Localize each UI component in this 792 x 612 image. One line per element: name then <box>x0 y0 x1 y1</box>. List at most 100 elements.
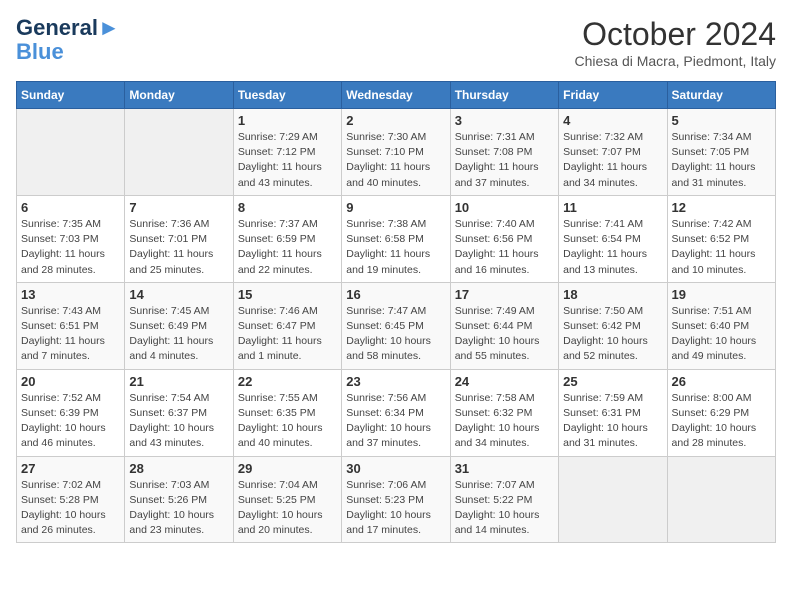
day-cell: 24 Sunrise: 7:58 AM Sunset: 6:32 PM Dayli… <box>450 369 558 456</box>
day-cell <box>559 456 667 543</box>
day-cell: 17 Sunrise: 7:49 AM Sunset: 6:44 PM Dayli… <box>450 282 558 369</box>
day-cell: 9 Sunrise: 7:38 AM Sunset: 6:58 PM Daylig… <box>342 195 450 282</box>
day-cell: 28 Sunrise: 7:03 AM Sunset: 5:26 PM Dayli… <box>125 456 233 543</box>
day-number: 20 <box>21 374 120 389</box>
day-info: Sunrise: 7:06 AM Sunset: 5:23 PM Dayligh… <box>346 478 445 539</box>
day-info: Sunrise: 7:32 AM Sunset: 7:07 PM Dayligh… <box>563 130 662 191</box>
day-number: 5 <box>672 113 771 128</box>
day-info: Sunrise: 7:36 AM Sunset: 7:01 PM Dayligh… <box>129 217 228 278</box>
location-subtitle: Chiesa di Macra, Piedmont, Italy <box>574 53 776 69</box>
day-number: 1 <box>238 113 337 128</box>
day-number: 18 <box>563 287 662 302</box>
day-number: 10 <box>455 200 554 215</box>
day-number: 16 <box>346 287 445 302</box>
day-info: Sunrise: 7:41 AM Sunset: 6:54 PM Dayligh… <box>563 217 662 278</box>
day-number: 13 <box>21 287 120 302</box>
day-cell: 21Sunrise: 7:54 AM Sunset: 6:37 PM Dayli… <box>125 369 233 456</box>
day-cell: 30 Sunrise: 7:06 AM Sunset: 5:23 PM Dayli… <box>342 456 450 543</box>
day-number: 17 <box>455 287 554 302</box>
day-info: Sunrise: 7:29 AM Sunset: 7:12 PM Dayligh… <box>238 130 337 191</box>
day-number: 30 <box>346 461 445 476</box>
day-cell: 27 Sunrise: 7:02 AM Sunset: 5:28 PM Dayli… <box>17 456 125 543</box>
column-header-sunday: Sunday <box>17 82 125 109</box>
day-info: Sunrise: 7:47 AM Sunset: 6:45 PM Dayligh… <box>346 304 445 365</box>
day-cell: 4 Sunrise: 7:32 AM Sunset: 7:07 PM Daylig… <box>559 109 667 196</box>
day-info: Sunrise: 7:58 AM Sunset: 6:32 PM Dayligh… <box>455 391 554 452</box>
day-number: 27 <box>21 461 120 476</box>
week-row-2: 6Sunrise: 7:35 AM Sunset: 7:03 PM Daylig… <box>17 195 776 282</box>
month-title: October 2024 <box>574 16 776 53</box>
column-header-monday: Monday <box>125 82 233 109</box>
day-cell: 29 Sunrise: 7:04 AM Sunset: 5:25 PM Dayli… <box>233 456 341 543</box>
week-row-1: 1 Sunrise: 7:29 AM Sunset: 7:12 PM Daylig… <box>17 109 776 196</box>
day-info: Sunrise: 7:03 AM Sunset: 5:26 PM Dayligh… <box>129 478 228 539</box>
day-cell: 8Sunrise: 7:37 AM Sunset: 6:59 PM Daylig… <box>233 195 341 282</box>
day-number: 3 <box>455 113 554 128</box>
day-info: Sunrise: 7:49 AM Sunset: 6:44 PM Dayligh… <box>455 304 554 365</box>
day-cell: 11Sunrise: 7:41 AM Sunset: 6:54 PM Dayli… <box>559 195 667 282</box>
week-row-3: 13 Sunrise: 7:43 AM Sunset: 6:51 PM Dayli… <box>17 282 776 369</box>
day-cell: 15 Sunrise: 7:46 AM Sunset: 6:47 PM Dayli… <box>233 282 341 369</box>
day-cell: 7 Sunrise: 7:36 AM Sunset: 7:01 PM Daylig… <box>125 195 233 282</box>
logo: General► Blue <box>16 16 120 64</box>
day-info: Sunrise: 7:56 AM Sunset: 6:34 PM Dayligh… <box>346 391 445 452</box>
day-number: 22 <box>238 374 337 389</box>
day-number: 25 <box>563 374 662 389</box>
day-cell: 19 Sunrise: 7:51 AM Sunset: 6:40 PM Dayli… <box>667 282 775 369</box>
day-cell <box>667 456 775 543</box>
logo-text: General► <box>16 16 120 40</box>
day-info: Sunrise: 7:42 AM Sunset: 6:52 PM Dayligh… <box>672 217 771 278</box>
day-number: 15 <box>238 287 337 302</box>
day-cell: 10Sunrise: 7:40 AM Sunset: 6:56 PM Dayli… <box>450 195 558 282</box>
day-cell: 31Sunrise: 7:07 AM Sunset: 5:22 PM Dayli… <box>450 456 558 543</box>
day-number: 2 <box>346 113 445 128</box>
day-number: 29 <box>238 461 337 476</box>
column-header-wednesday: Wednesday <box>342 82 450 109</box>
day-cell <box>17 109 125 196</box>
column-header-thursday: Thursday <box>450 82 558 109</box>
day-cell: 5 Sunrise: 7:34 AM Sunset: 7:05 PM Daylig… <box>667 109 775 196</box>
day-cell: 14Sunrise: 7:45 AM Sunset: 6:49 PM Dayli… <box>125 282 233 369</box>
title-block: October 2024 Chiesa di Macra, Piedmont, … <box>574 16 776 69</box>
day-number: 12 <box>672 200 771 215</box>
day-number: 6 <box>21 200 120 215</box>
day-cell: 26Sunrise: 8:00 AM Sunset: 6:29 PM Dayli… <box>667 369 775 456</box>
day-cell: 6Sunrise: 7:35 AM Sunset: 7:03 PM Daylig… <box>17 195 125 282</box>
day-cell: 12 Sunrise: 7:42 AM Sunset: 6:52 PM Dayli… <box>667 195 775 282</box>
day-cell: 22 Sunrise: 7:55 AM Sunset: 6:35 PM Dayli… <box>233 369 341 456</box>
day-info: Sunrise: 7:38 AM Sunset: 6:58 PM Dayligh… <box>346 217 445 278</box>
day-info: Sunrise: 7:51 AM Sunset: 6:40 PM Dayligh… <box>672 304 771 365</box>
week-row-5: 27 Sunrise: 7:02 AM Sunset: 5:28 PM Dayli… <box>17 456 776 543</box>
day-info: Sunrise: 7:37 AM Sunset: 6:59 PM Dayligh… <box>238 217 337 278</box>
day-info: Sunrise: 7:54 AM Sunset: 6:37 PM Dayligh… <box>129 391 228 452</box>
page-header: General► Blue October 2024 Chiesa di Mac… <box>16 16 776 69</box>
logo-subtext: Blue <box>16 40 120 64</box>
day-number: 28 <box>129 461 228 476</box>
calendar-body: 1 Sunrise: 7:29 AM Sunset: 7:12 PM Daylig… <box>17 109 776 543</box>
day-cell: 1 Sunrise: 7:29 AM Sunset: 7:12 PM Daylig… <box>233 109 341 196</box>
day-number: 24 <box>455 374 554 389</box>
column-header-saturday: Saturday <box>667 82 775 109</box>
day-number: 19 <box>672 287 771 302</box>
day-cell: 13 Sunrise: 7:43 AM Sunset: 6:51 PM Dayli… <box>17 282 125 369</box>
calendar-header-row: SundayMondayTuesdayWednesdayThursdayFrid… <box>17 82 776 109</box>
day-info: Sunrise: 7:30 AM Sunset: 7:10 PM Dayligh… <box>346 130 445 191</box>
day-cell: 18Sunrise: 7:50 AM Sunset: 6:42 PM Dayli… <box>559 282 667 369</box>
day-info: Sunrise: 7:04 AM Sunset: 5:25 PM Dayligh… <box>238 478 337 539</box>
day-info: Sunrise: 8:00 AM Sunset: 6:29 PM Dayligh… <box>672 391 771 452</box>
week-row-4: 20 Sunrise: 7:52 AM Sunset: 6:39 PM Dayli… <box>17 369 776 456</box>
day-number: 4 <box>563 113 662 128</box>
day-info: Sunrise: 7:02 AM Sunset: 5:28 PM Dayligh… <box>21 478 120 539</box>
day-cell: 16 Sunrise: 7:47 AM Sunset: 6:45 PM Dayli… <box>342 282 450 369</box>
day-info: Sunrise: 7:34 AM Sunset: 7:05 PM Dayligh… <box>672 130 771 191</box>
day-cell: 23Sunrise: 7:56 AM Sunset: 6:34 PM Dayli… <box>342 369 450 456</box>
day-info: Sunrise: 7:55 AM Sunset: 6:35 PM Dayligh… <box>238 391 337 452</box>
day-cell: 20 Sunrise: 7:52 AM Sunset: 6:39 PM Dayli… <box>17 369 125 456</box>
day-info: Sunrise: 7:52 AM Sunset: 6:39 PM Dayligh… <box>21 391 120 452</box>
day-info: Sunrise: 7:43 AM Sunset: 6:51 PM Dayligh… <box>21 304 120 365</box>
day-number: 31 <box>455 461 554 476</box>
day-number: 9 <box>346 200 445 215</box>
day-cell: 25Sunrise: 7:59 AM Sunset: 6:31 PM Dayli… <box>559 369 667 456</box>
day-info: Sunrise: 7:46 AM Sunset: 6:47 PM Dayligh… <box>238 304 337 365</box>
day-number: 7 <box>129 200 228 215</box>
